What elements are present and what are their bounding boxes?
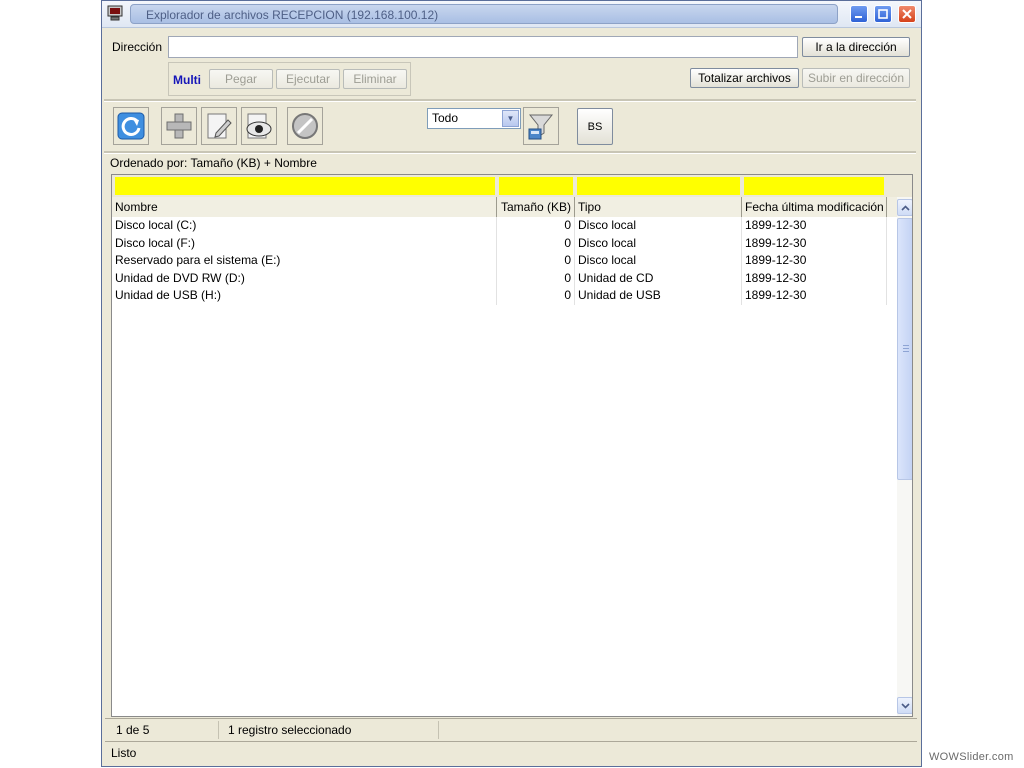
- column-header-type[interactable]: Tipo: [575, 197, 742, 217]
- filter-cell-size[interactable]: [499, 177, 573, 195]
- status-text: Listo: [111, 746, 137, 760]
- chevron-up-icon: [900, 204, 910, 211]
- edit-button[interactable]: [201, 107, 237, 145]
- vertical-scrollbar[interactable]: [897, 197, 912, 716]
- watermark-text: WOWSlider.com: [929, 751, 1014, 763]
- table-row[interactable]: Reservado para el sistema (E:) 0 Disco l…: [112, 252, 897, 270]
- filter-select[interactable]: Todo ▼: [427, 108, 521, 129]
- grip-icon: [903, 345, 909, 352]
- table-row[interactable]: Unidad de USB (H:) 0 Unidad de USB 1899-…: [112, 287, 897, 305]
- view-button[interactable]: [241, 107, 277, 145]
- cell-size: 0: [497, 234, 575, 253]
- scroll-thumb[interactable]: [897, 218, 912, 480]
- cell-name: Disco local (F:): [112, 234, 497, 253]
- window-title: Explorador de archivos RECEPCION (192.16…: [130, 4, 838, 24]
- selection-count: 1 registro seleccionado: [228, 723, 352, 737]
- minimize-icon: [855, 16, 862, 18]
- delete-button[interactable]: Eliminar: [343, 69, 407, 89]
- close-button[interactable]: [898, 5, 916, 23]
- cell-name: Disco local (C:): [112, 217, 497, 235]
- filter-cell-name[interactable]: [115, 177, 495, 195]
- main-status-bar: Listo: [105, 741, 917, 763]
- cell-date: 1899-12-30: [742, 252, 887, 270]
- app-computer-icon: [107, 5, 123, 21]
- refresh-icon: [117, 112, 145, 140]
- cell-type: Unidad de CD: [575, 269, 742, 288]
- column-header-name[interactable]: Nombre: [112, 197, 497, 217]
- filter-icon: [528, 114, 554, 140]
- scroll-down-button[interactable]: [897, 697, 912, 714]
- paste-button[interactable]: Pegar: [209, 69, 273, 89]
- divider: [438, 721, 439, 739]
- minimize-button[interactable]: [850, 5, 868, 23]
- totalize-files-button[interactable]: Totalizar archivos: [690, 68, 799, 88]
- edit-icon: [207, 113, 232, 139]
- file-explorer-window: Explorador de archivos RECEPCION (192.16…: [101, 0, 922, 767]
- cell-size: 0: [497, 287, 575, 305]
- add-icon: [166, 113, 192, 139]
- maximize-icon: [878, 9, 888, 19]
- title-bar[interactable]: Explorador de archivos RECEPCION (192.16…: [102, 1, 921, 28]
- grid-rows: Disco local (C:) 0 Disco local 1899-12-3…: [112, 217, 897, 305]
- execute-button[interactable]: Ejecutar: [276, 69, 340, 89]
- view-icon: [246, 113, 272, 139]
- filter-cell-date[interactable]: [744, 177, 884, 195]
- divider: [104, 99, 916, 102]
- cell-size: 0: [497, 269, 575, 288]
- cell-type: Disco local: [575, 234, 742, 253]
- filter-cell-type[interactable]: [577, 177, 740, 195]
- cell-name: Reservado para el sistema (E:): [112, 252, 497, 270]
- cell-size: 0: [497, 217, 575, 235]
- table-row[interactable]: Unidad de DVD RW (D:) 0 Unidad de CD 189…: [112, 269, 897, 288]
- close-icon: [902, 9, 912, 19]
- filter-select-value: Todo: [432, 111, 459, 125]
- sort-order-label: Ordenado por: Tamaño (KB) + Nombre: [110, 156, 317, 170]
- bs-button[interactable]: BS: [577, 108, 613, 145]
- add-button[interactable]: [161, 107, 197, 145]
- go-to-address-button[interactable]: Ir a la dirección: [802, 37, 910, 57]
- cell-date: 1899-12-30: [742, 287, 887, 305]
- cell-type: Unidad de USB: [575, 287, 742, 305]
- table-row[interactable]: Disco local (F:) 0 Disco local 1899-12-3…: [112, 234, 897, 253]
- grid-status-bar: 1 de 5 1 registro seleccionado: [105, 718, 917, 740]
- divider: [104, 151, 916, 154]
- go-up-button[interactable]: Subir en dirección: [802, 68, 910, 88]
- cell-date: 1899-12-30: [742, 217, 887, 235]
- record-position: 1 de 5: [116, 723, 150, 737]
- filter-row: [112, 175, 912, 197]
- table-row[interactable]: Disco local (C:) 0 Disco local 1899-12-3…: [112, 217, 897, 235]
- apply-filter-button[interactable]: [523, 107, 559, 145]
- multi-label: Multi: [173, 73, 201, 87]
- cancel-icon: [292, 113, 318, 139]
- cell-name: Unidad de USB (H:): [112, 287, 497, 305]
- cell-type: Disco local: [575, 252, 742, 270]
- cell-type: Disco local: [575, 217, 742, 235]
- column-header-size[interactable]: Tamaño (KB): [497, 197, 575, 217]
- cell-date: 1899-12-30: [742, 234, 887, 253]
- cell-size: 0: [497, 252, 575, 270]
- cancel-button[interactable]: [287, 107, 323, 145]
- address-label: Dirección: [112, 40, 163, 54]
- file-grid[interactable]: Nombre Tamaño (KB) Tipo Fecha última mod…: [111, 174, 913, 717]
- grid-header: Nombre Tamaño (KB) Tipo Fecha última mod…: [112, 197, 897, 217]
- divider: [218, 721, 219, 739]
- maximize-button[interactable]: [874, 5, 892, 23]
- column-header-date[interactable]: Fecha última modificación: [742, 197, 887, 217]
- chevron-down-icon: [900, 702, 910, 709]
- cell-date: 1899-12-30: [742, 269, 887, 288]
- address-input[interactable]: [168, 36, 798, 58]
- scroll-up-button[interactable]: [897, 199, 912, 216]
- cell-name: Unidad de DVD RW (D:): [112, 269, 497, 288]
- refresh-button[interactable]: [113, 107, 149, 145]
- chevron-down-icon[interactable]: ▼: [502, 110, 519, 127]
- multi-group: Multi Pegar Ejecutar Eliminar: [168, 62, 411, 96]
